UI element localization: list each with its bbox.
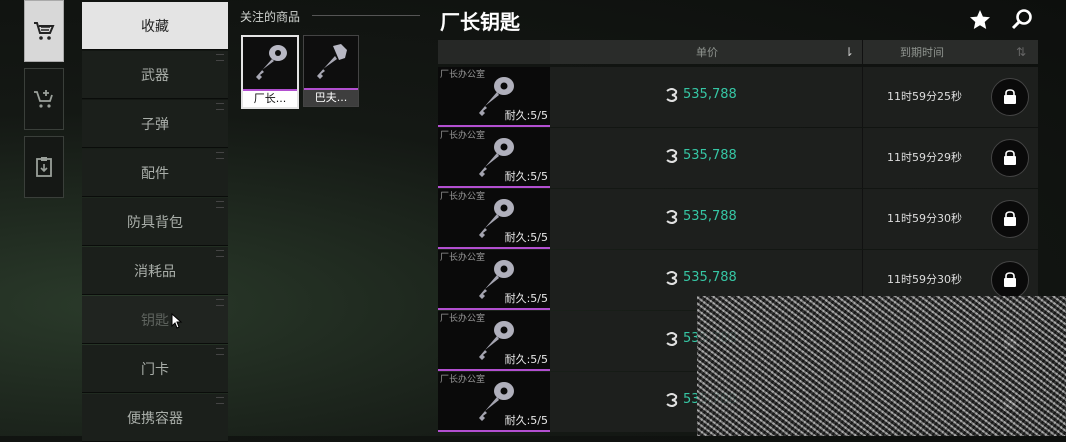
sell-cart-button[interactable] [24, 68, 64, 130]
key-icon [243, 37, 297, 89]
currency-icon [666, 271, 678, 285]
buy-button[interactable] [991, 139, 1029, 177]
watched-item[interactable]: 巴夫... [303, 35, 359, 107]
item-price: 535,788 [683, 270, 737, 285]
buy-button[interactable] [991, 78, 1029, 116]
cart-plus-icon [34, 90, 53, 108]
currency-icon [666, 210, 678, 224]
item-durability: 耐久:5/5 [504, 109, 548, 122]
watched-item[interactable]: 厂长... [241, 35, 299, 109]
item-durability: 耐久:5/5 [504, 231, 548, 244]
table-header: 单价 ⇂ 到期时间 ⇅ [438, 40, 1038, 64]
item-thumbnail: 厂长办公室 耐久:5/5 [438, 67, 550, 127]
currency-icon [666, 393, 678, 407]
item-price: 535,788 [683, 209, 737, 224]
watched-item-label: 巴夫... [304, 90, 358, 106]
item-expiry: 11时59分29秒 [887, 151, 962, 164]
category-ammo[interactable]: 子弹 [82, 100, 228, 148]
key-icon [304, 36, 358, 88]
star-icon[interactable] [968, 8, 992, 32]
shopping-bag-icon [1004, 272, 1016, 287]
buy-button[interactable] [991, 200, 1029, 238]
item-durability: 耐久:5/5 [504, 353, 548, 366]
buy-button[interactable] [991, 261, 1029, 299]
noise-overlay [697, 296, 1066, 436]
category-keycards[interactable]: 门卡 [82, 345, 228, 393]
category-favorites[interactable]: 收藏 [82, 2, 228, 50]
orders-button[interactable] [24, 136, 64, 198]
category-containers[interactable]: 便携容器 [82, 394, 228, 442]
watched-title: 关注的商品 [240, 10, 301, 24]
currency-icon [666, 149, 678, 163]
sort-expiry-icon[interactable]: ⇅ [1016, 45, 1026, 59]
item-thumbnail: 厂长办公室 耐久:5/5 [438, 250, 550, 310]
category-weapons[interactable]: 武器 [82, 51, 228, 99]
currency-icon [666, 332, 678, 346]
mouse-cursor-icon [171, 313, 183, 329]
clipboard-icon [36, 157, 52, 177]
item-thumbnail: 厂长办公室 耐久:5/5 [438, 189, 550, 249]
shopping-bag-icon [1004, 150, 1016, 165]
item-durability: 耐久:5/5 [504, 292, 548, 305]
column-header-price[interactable]: 单价 [696, 44, 718, 60]
category-armor-backpack[interactable]: 防具背包 [82, 198, 228, 246]
item-price: 535,788 [683, 148, 737, 163]
item-thumbnail: 厂长办公室 耐久:5/5 [438, 372, 550, 432]
item-expiry: 11时59分30秒 [887, 212, 962, 225]
category-keys[interactable]: 钥匙 [82, 296, 228, 344]
market-cart-button[interactable] [24, 0, 64, 62]
table-row[interactable]: 厂长办公室 耐久:5/5 535,788 11时59分30秒 [438, 189, 1038, 249]
item-durability: 耐久:5/5 [504, 170, 548, 183]
item-expiry: 11时59分30秒 [887, 273, 962, 286]
sort-price-icon[interactable]: ⇂ [844, 45, 854, 59]
item-price: 535,788 [683, 87, 737, 102]
column-header-expiry[interactable]: 到期时间 [900, 44, 944, 60]
shopping-bag-icon [1004, 89, 1016, 104]
shopping-bag-icon [1004, 211, 1016, 226]
cart-icon [34, 22, 55, 40]
page-title: 厂长钥匙 [440, 10, 520, 34]
item-expiry: 11时59分25秒 [887, 90, 962, 103]
currency-icon [666, 88, 678, 102]
divider [312, 15, 420, 16]
search-icon[interactable] [1010, 8, 1034, 32]
item-durability: 耐久:5/5 [504, 414, 548, 427]
item-thumbnail: 厂长办公室 耐久:5/5 [438, 311, 550, 371]
category-attachments[interactable]: 配件 [82, 149, 228, 197]
table-row[interactable]: 厂长办公室 耐久:5/5 535,788 11时59分25秒 [438, 67, 1038, 127]
watched-item-label: 厂长... [243, 91, 297, 107]
category-consumables[interactable]: 消耗品 [82, 247, 228, 295]
table-row[interactable]: 厂长办公室 耐久:5/5 535,788 11时59分29秒 [438, 128, 1038, 188]
item-thumbnail: 厂长办公室 耐久:5/5 [438, 128, 550, 188]
